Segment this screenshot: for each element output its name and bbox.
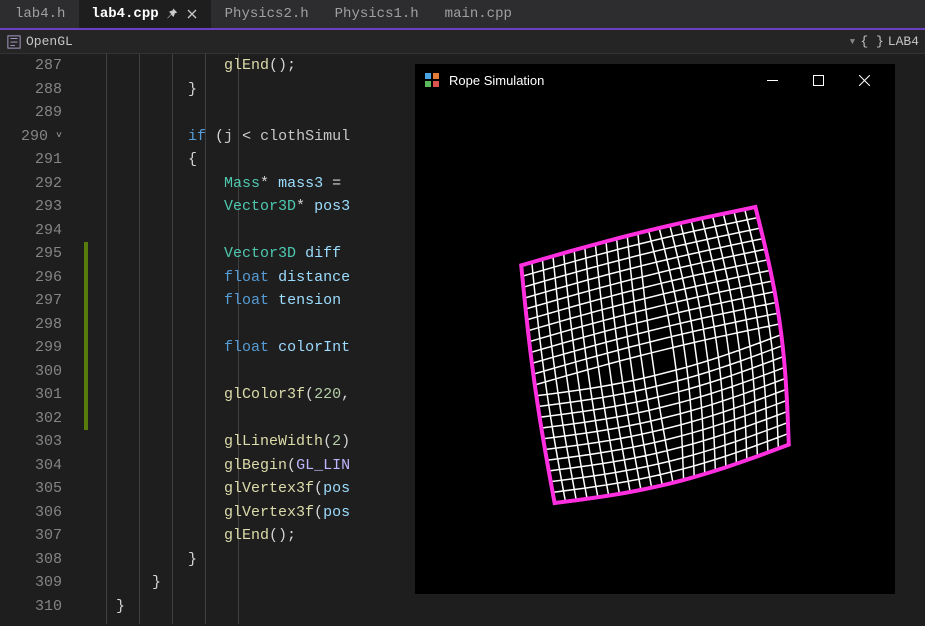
line-number: 287	[0, 54, 62, 78]
scope-left[interactable]: OpenGL	[6, 34, 73, 50]
scope-name: LAB4	[888, 34, 919, 49]
code-editor[interactable]: 287288289290˅291292293294295296297298299…	[0, 54, 925, 624]
tab-label: lab4.cpp	[91, 6, 158, 22]
tab-physics2-h[interactable]: Physics2.h	[213, 0, 321, 28]
line-number: 308	[0, 548, 62, 572]
line-number: 307	[0, 524, 62, 548]
line-number: 289	[0, 101, 62, 125]
line-number: 310	[0, 595, 62, 619]
tab-label: lab4.h	[15, 6, 65, 22]
window-maximize-button[interactable]	[795, 64, 841, 96]
line-number: 288	[0, 78, 62, 102]
breadcrumb-bar: OpenGL ▾ { } LAB4	[0, 30, 925, 54]
module-icon	[6, 34, 22, 50]
line-number: 295	[0, 242, 62, 266]
line-number: 305	[0, 477, 62, 501]
line-number: 296	[0, 266, 62, 290]
tab-lab4-cpp[interactable]: lab4.cpp	[79, 0, 210, 28]
line-number-gutter[interactable]: 287288289290˅291292293294295296297298299…	[0, 54, 96, 624]
brace-icon: { }	[860, 34, 883, 49]
line-number: 292	[0, 172, 62, 196]
line-number: 299	[0, 336, 62, 360]
fold-chevron-icon[interactable]: ˅	[48, 125, 62, 149]
line-number: 306	[0, 501, 62, 525]
line-number: 297	[0, 289, 62, 313]
tab-label: main.cpp	[445, 6, 512, 22]
tab-label: Physics1.h	[335, 6, 419, 22]
line-number: 301	[0, 383, 62, 407]
line-number: 302	[0, 407, 62, 431]
scope-right[interactable]: { } LAB4	[860, 34, 919, 49]
line-number: 290˅	[0, 125, 62, 149]
line-number: 304	[0, 454, 62, 478]
chevron-down-icon[interactable]: ▾	[845, 34, 861, 49]
window-close-button[interactable]	[841, 64, 887, 96]
simulation-title: Rope Simulation	[449, 73, 749, 88]
simulation-titlebar[interactable]: Rope Simulation	[415, 64, 895, 96]
simulation-viewport[interactable]	[415, 96, 895, 594]
simulation-window[interactable]: Rope Simulation	[415, 64, 895, 594]
cloth-mesh	[499, 182, 811, 527]
line-number: 300	[0, 360, 62, 384]
code-line[interactable]: }	[98, 595, 925, 619]
line-number: 291	[0, 148, 62, 172]
line-number: 298	[0, 313, 62, 337]
line-number: 309	[0, 571, 62, 595]
scope-name: OpenGL	[26, 34, 73, 49]
tab-label: Physics2.h	[225, 6, 309, 22]
tab-main-cpp[interactable]: main.cpp	[433, 0, 524, 28]
tab-physics1-h[interactable]: Physics1.h	[323, 0, 431, 28]
window-minimize-button[interactable]	[749, 64, 795, 96]
tab-bar: lab4.h lab4.cpp Physics2.h Physics1.h ma…	[0, 0, 925, 30]
tab-lab4-h[interactable]: lab4.h	[3, 0, 77, 28]
line-number: 294	[0, 219, 62, 243]
line-number: 293	[0, 195, 62, 219]
pin-icon[interactable]	[165, 7, 179, 21]
change-marker-strip	[84, 54, 88, 624]
line-number: 303	[0, 430, 62, 454]
app-icon	[423, 71, 441, 89]
close-icon[interactable]	[185, 7, 199, 21]
